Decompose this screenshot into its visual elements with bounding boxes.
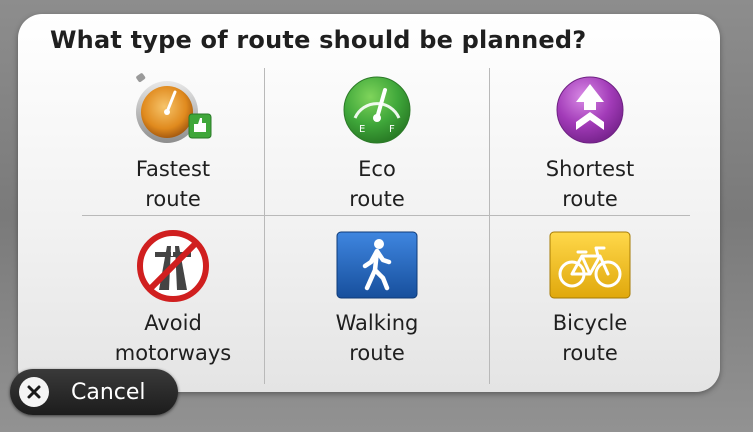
avoid-motorways-label-2: motorways	[114, 341, 232, 365]
bicycle-route-label-1: Bicycle	[552, 311, 628, 335]
stopwatch-thumbs-up-icon	[136, 73, 212, 143]
fastest-route-button[interactable]: Fastest route	[82, 68, 265, 216]
route-type-dialog: What type of route should be planned? Fa…	[18, 14, 720, 392]
bicycle-route-label-2: route	[562, 341, 618, 365]
cancel-label: Cancel	[71, 379, 146, 405]
walking-route-label-1: Walking	[335, 311, 419, 335]
fastest-route-label-1: Fastest	[135, 157, 211, 181]
bicycle-route-button[interactable]: Bicycle route	[490, 216, 690, 384]
eco-route-label-2: route	[349, 187, 405, 211]
gauge-empty-mark: E	[359, 124, 365, 135]
fastest-route-label-2: route	[145, 187, 201, 211]
avoid-motorways-label-1: Avoid	[144, 311, 202, 335]
eco-route-button[interactable]: E F Eco route	[265, 68, 490, 216]
converging-arrows-icon	[556, 76, 624, 144]
avoid-motorways-button[interactable]: Avoid motorways	[82, 216, 265, 384]
bicycle-icon	[549, 231, 631, 299]
route-options-grid: Fastest route E F Eco route Shortest rou…	[82, 68, 690, 384]
walking-route-label-2: route	[349, 341, 405, 365]
eco-route-label-1: Eco	[358, 157, 396, 181]
pedestrian-icon	[336, 231, 418, 299]
cancel-button[interactable]: Cancel	[10, 369, 178, 415]
gauge-full-mark: F	[389, 124, 395, 135]
shortest-route-button[interactable]: Shortest route	[490, 68, 690, 216]
dialog-title: What type of route should be planned?	[50, 26, 587, 54]
fuel-gauge-icon: E F	[343, 76, 411, 144]
shortest-route-label-1: Shortest	[545, 157, 635, 181]
no-motorway-icon	[137, 230, 209, 302]
walking-route-button[interactable]: Walking route	[265, 216, 490, 384]
close-icon	[19, 377, 49, 407]
shortest-route-label-2: route	[562, 187, 618, 211]
